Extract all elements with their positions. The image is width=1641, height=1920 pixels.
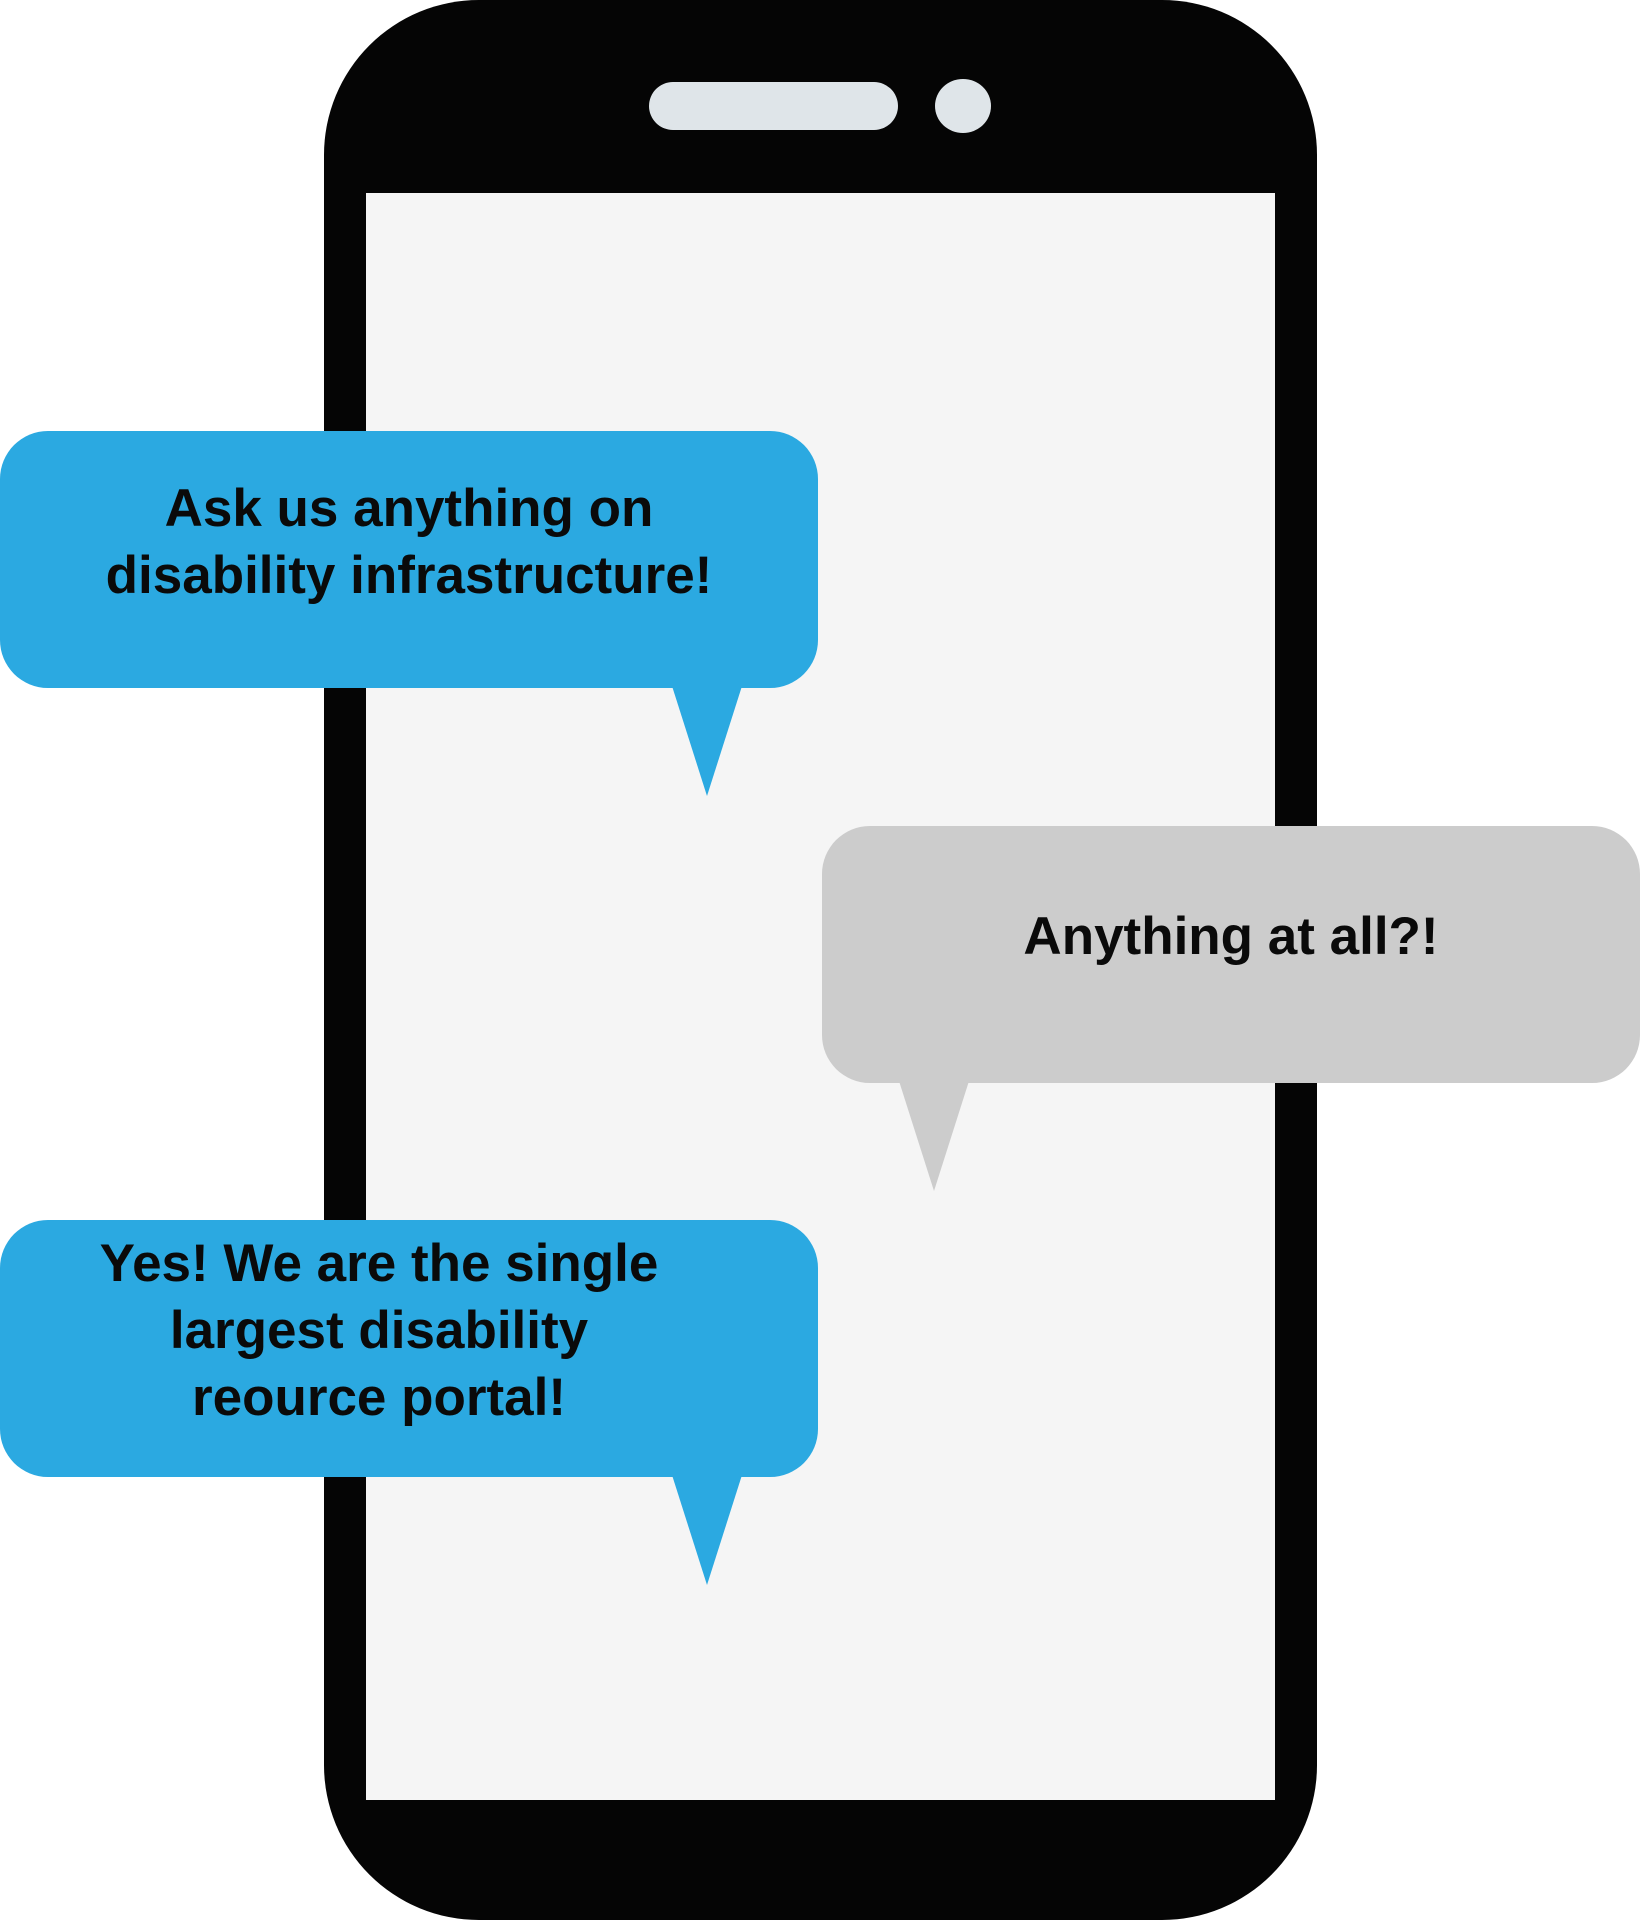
front-camera-icon [935, 79, 991, 133]
chat-line: Ask us anything on [164, 478, 654, 538]
chat-line: Anything at all?! [1023, 907, 1439, 966]
chat-bubble-tail [899, 1081, 969, 1191]
chat-bubble-text: Anything at all?! [1023, 903, 1438, 970]
chat-bubble-incoming: Yes! We are the single largest disabilit… [0, 1220, 818, 1477]
chat-line: Yes! We are the single [99, 1234, 659, 1293]
chat-bubble-text: Ask us anything on disability infrastruc… [106, 475, 713, 609]
chat-line: reource portal! [191, 1368, 566, 1427]
chat-bubble-reply: Anything at all?! [822, 826, 1640, 1083]
chat-bubble-text: Yes! We are the single largest disabilit… [100, 1230, 659, 1431]
chat-line: largest disability [169, 1301, 589, 1360]
chat-line: disability infrastructure! [105, 545, 713, 605]
chat-bubble-tail [672, 686, 742, 796]
chat-bubble-tail [672, 1475, 742, 1585]
chat-bubble-incoming: Ask us anything on disability infrastruc… [0, 431, 818, 688]
speaker-slot-icon [649, 82, 898, 130]
